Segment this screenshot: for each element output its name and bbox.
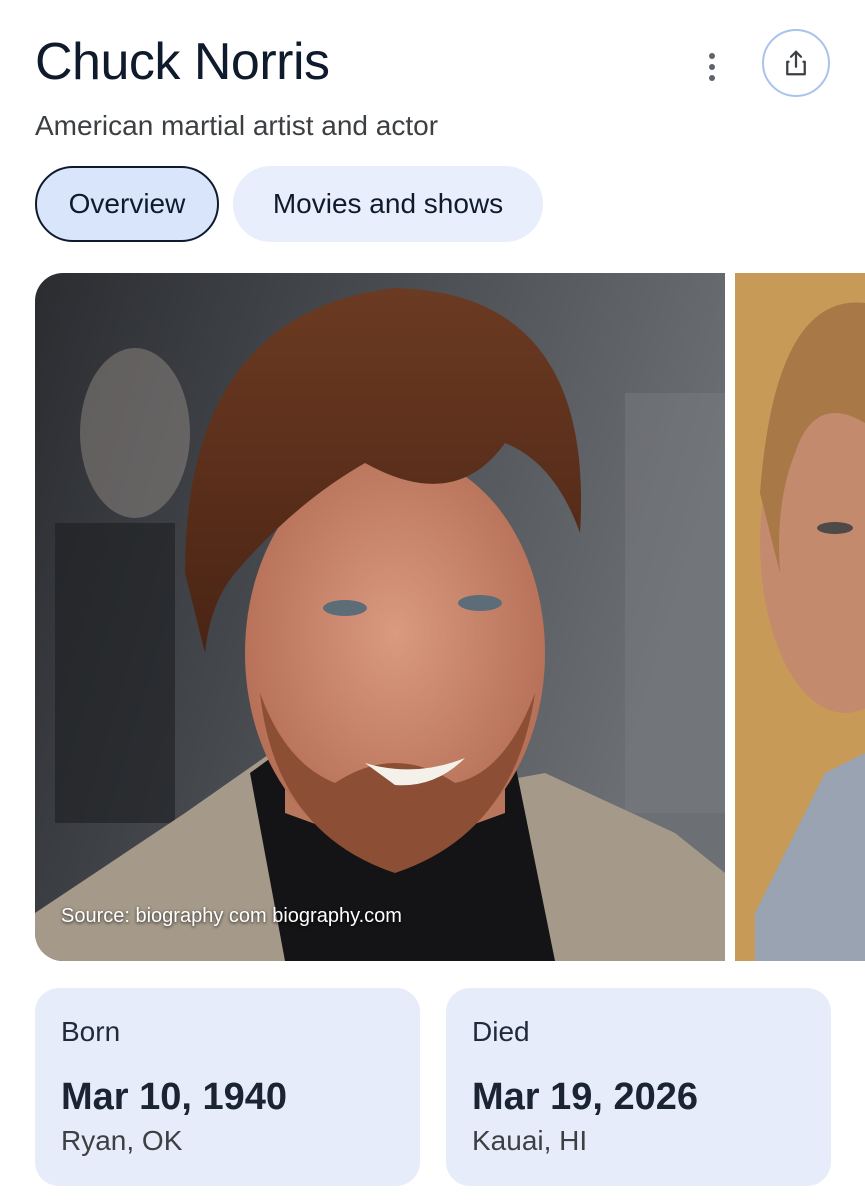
more-options-button[interactable]	[690, 45, 734, 89]
born-card[interactable]: Born Mar 10, 1940 Ryan, OK	[35, 988, 420, 1186]
portrait-photo[interactable]: Source: biography com biography.com	[35, 273, 725, 961]
died-card[interactable]: Died Mar 19, 2026 Kauai, HI	[446, 988, 831, 1186]
died-place: Kauai, HI	[472, 1125, 588, 1156]
born-label: Born	[61, 1016, 121, 1047]
died-label: Died	[472, 1016, 530, 1047]
died-date: Mar 19, 2026	[472, 1076, 699, 1118]
tab-movies-and-shows[interactable]: Movies and shows	[233, 166, 543, 242]
share-button[interactable]	[762, 29, 830, 97]
more-vert-icon	[709, 53, 715, 59]
born-place: Ryan, OK	[61, 1125, 183, 1156]
share-icon	[786, 50, 806, 76]
page-title: Chuck Norris	[35, 33, 330, 91]
tab-overview-label: Overview	[68, 188, 186, 219]
born-date: Mar 10, 1940	[61, 1076, 288, 1118]
tab-movies-label: Movies and shows	[272, 188, 504, 219]
knowledge-panel: Chuck Norris American martial artist and…	[0, 0, 865, 1200]
next-photo[interactable]	[735, 273, 865, 961]
tab-overview[interactable]: Overview	[35, 166, 219, 242]
page-subtitle: American martial artist and actor	[35, 110, 439, 141]
photo-source-caption: Source: biography com biography.com	[61, 905, 402, 927]
